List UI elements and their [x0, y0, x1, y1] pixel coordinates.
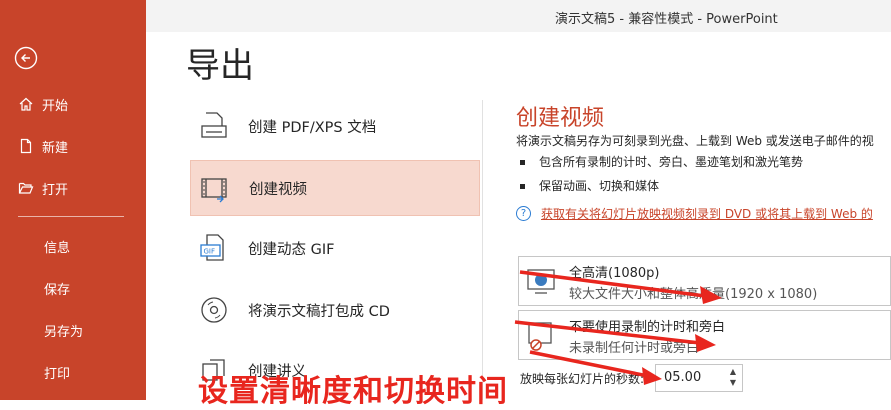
bullet-dot	[520, 184, 525, 189]
timing-title: 不要使用录制的计时和旁白	[569, 320, 726, 335]
spinner-down-icon[interactable]: ▼	[730, 378, 736, 387]
export-option-label: 创建动态 GIF	[248, 241, 335, 258]
folder-open-icon	[18, 182, 34, 194]
sidebar-item-home[interactable]: 开始	[0, 92, 68, 116]
home-icon	[19, 97, 33, 111]
new-document-icon	[20, 138, 32, 154]
sidebar-item-info[interactable]: 信息	[0, 234, 70, 258]
export-option-video[interactable]: 创建视频	[190, 160, 480, 216]
seconds-spinner[interactable]: 05.00 ▲ ▼	[655, 364, 743, 392]
sidebar-item-label: 新建	[42, 140, 69, 156]
export-option-label: 创建 PDF/XPS 文档	[248, 119, 377, 136]
export-option-pdf[interactable]: 创建 PDF/XPS 文档	[190, 98, 480, 154]
export-option-cd[interactable]: 将演示文稿打包成 CD	[190, 282, 480, 338]
sidebar-item-label: 信息	[44, 240, 71, 256]
sidebar-item-new[interactable]: 新建	[0, 134, 68, 158]
detail-bullet: 保留动画、切换和媒体	[520, 177, 659, 194]
backstage-sidebar: 开始 新建 打开 信息 保存 另存为 打印	[0, 0, 146, 400]
help-link[interactable]: 获取有关将幻灯片放映视频刻录到 DVD 或将其上载到 Web 的	[541, 205, 873, 222]
seconds-value: 05.00	[664, 370, 702, 385]
svg-text:GIF: GIF	[204, 248, 216, 256]
sidebar-item-label: 开始	[42, 98, 69, 114]
sidebar-divider	[18, 216, 124, 217]
quality-title: 全高清(1080p)	[569, 266, 660, 281]
sidebar-item-print[interactable]: 打印	[0, 360, 70, 384]
cd-disc-icon	[201, 297, 227, 323]
detail-title: 创建视频	[516, 106, 605, 131]
timing-dropdown[interactable]: 不要使用录制的计时和旁白 未录制任何计时或旁白	[518, 310, 891, 360]
annotation-text: 设置清晰度和切换时间	[198, 374, 508, 409]
no-narration-icon	[528, 322, 552, 351]
sidebar-item-label: 另存为	[44, 324, 84, 340]
gif-file-icon: GIF	[200, 234, 224, 261]
sidebar-item-save[interactable]: 保存	[0, 276, 70, 300]
monitor-hd-icon	[527, 269, 555, 294]
detail-bullet-text: 包含所有录制的计时、旁白、墨迹笔划和激光笔势	[539, 155, 804, 169]
export-option-label: 将演示文稿打包成 CD	[248, 303, 390, 320]
detail-bullet-text: 保留动画、切换和媒体	[539, 179, 660, 193]
seconds-label: 放映每张幻灯片的秒数:	[520, 372, 645, 386]
sidebar-item-label: 保存	[44, 282, 71, 298]
sidebar-item-label: 打开	[42, 182, 69, 198]
help-row: ? 获取有关将幻灯片放映视频刻录到 DVD 或将其上载到 Web 的	[516, 205, 873, 222]
sidebar-item-label: 打印	[44, 366, 71, 382]
detail-bullet: 包含所有录制的计时、旁白、墨迹笔划和激光笔势	[520, 153, 803, 170]
spinner-up-icon[interactable]: ▲	[730, 367, 736, 376]
page-title: 导出	[186, 46, 254, 86]
sidebar-item-save-as[interactable]: 另存为	[0, 318, 83, 342]
detail-description: 将演示文稿另存为可刻录到光盘、上载到 Web 或发送电子邮件的视	[516, 134, 874, 148]
pdf-document-icon	[201, 112, 227, 138]
export-option-gif[interactable]: GIF 创建动态 GIF	[190, 220, 480, 276]
bullet-dot	[520, 160, 525, 165]
video-quality-dropdown[interactable]: 全高清(1080p) 较大文件大小和整体高质量(1920 x 1080)	[518, 256, 891, 306]
export-option-label: 创建视频	[249, 181, 307, 198]
sidebar-item-open[interactable]: 打开	[0, 176, 68, 200]
video-film-icon	[201, 178, 227, 203]
panel-divider	[482, 100, 483, 400]
help-question-icon: ?	[516, 206, 531, 221]
title-bar	[146, 0, 891, 32]
quality-subtitle: 较大文件大小和整体高质量(1920 x 1080)	[569, 287, 818, 302]
timing-subtitle: 未录制任何计时或旁白	[569, 341, 700, 356]
window-title: 演示文稿5 - 兼容性模式 - PowerPoint	[555, 12, 778, 27]
back-arrow-icon[interactable]	[14, 46, 38, 70]
